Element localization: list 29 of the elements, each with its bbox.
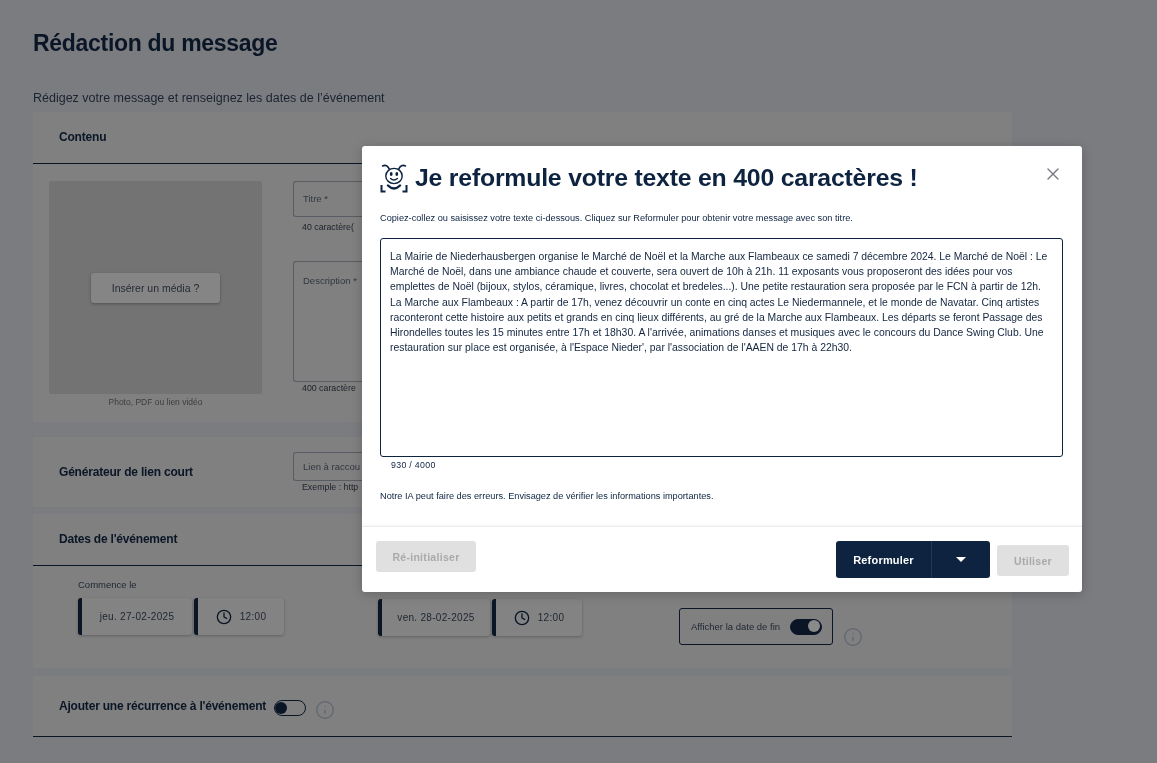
- toggle-switch[interactable]: [790, 618, 822, 635]
- page-subtitle: Rédigez votre message et renseignez les dates de l’événement: [33, 90, 385, 106]
- section-title: Générateur de lien court: [59, 464, 193, 480]
- toggle-label: Afficher la date de fin: [691, 621, 781, 632]
- message-textarea[interactable]: La Mairie de Niederhausbergen organise le Marché de Noël et la Marche aux Flambeaux ce samedi 7 décembre 2024. Le Marché de Noël : Le Marché de Noël, dans une ambiance chaude et couverte, sera ouvert de 10h à 21h. 11 exposants vous proposeront des idées pour vos emplettes de Noël (bijoux, stylos, céramique, livres, chocolat et bredeles...). Une petite restauration sera proposée par le FCN à partir de 12h. La Marche aux Flambeaux : A partir de 17h, venez découvrir un conte en cinq actes Le Niedermannele, et le monde de Navatar. Cinq artistes raconteront cette histoire aux petits et grands en cinq lieux différents, au gré de la Marche aux Flambeaux. Les départs se feront Passage des Hirondelles toutes les 15 minutes entre 17h et 18h30. A l'arrivée, animations danses et musiques avec le concours du Dance Swing Club. Une restauration sur place est organisée, à l'Espace Nieder', par l'association de l'AAEN de 17h à 22h30.: [380, 238, 1063, 457]
- dialog-title: Je reformule votre texte en 400 caractères !: [415, 163, 918, 193]
- time-picker[interactable]: 12:00: [492, 599, 582, 636]
- field-hint: 40 caractère(: [301, 222, 354, 233]
- field-hint: Exemple : http: [301, 482, 359, 493]
- time-picker[interactable]: 12:00: [194, 598, 284, 635]
- dialog-instructions: Copiez-collez ou saisissez votre texte ci-dessous. Cliquez sur Reformuler pour obtenir votre message avec son titre.: [380, 212, 853, 224]
- date-picker[interactable]: jeu. 27-02-2025: [78, 598, 192, 635]
- section-title: Ajouter une récurrence à l'événement: [59, 698, 267, 714]
- ai-notice: Notre IA peut faire des erreurs. Envisagez de vérifier les informations importantes.: [380, 490, 714, 502]
- insert-media-button[interactable]: Insérer un média ?: [91, 272, 220, 303]
- reformulate-button[interactable]: Reformuler: [836, 541, 931, 578]
- clock-icon: [513, 609, 530, 626]
- start-label: Commence le: [78, 579, 137, 591]
- section-title: Contenu: [59, 130, 107, 145]
- page-title: Rédaction du message: [33, 29, 278, 57]
- date-picker[interactable]: ven. 28-02-2025: [378, 599, 490, 636]
- clock-icon: [215, 608, 232, 625]
- robot-mascot-icon: [380, 163, 408, 193]
- field-hint: 400 caractère: [301, 383, 356, 394]
- section-title: Dates de l'événement: [59, 532, 178, 547]
- link-input[interactable]: Lien à raccou: [293, 452, 362, 481]
- caret-down-icon: [956, 557, 966, 562]
- media-dropzone[interactable]: Insérer un média ?: [49, 181, 262, 394]
- character-counter: 930 / 4000: [390, 460, 436, 471]
